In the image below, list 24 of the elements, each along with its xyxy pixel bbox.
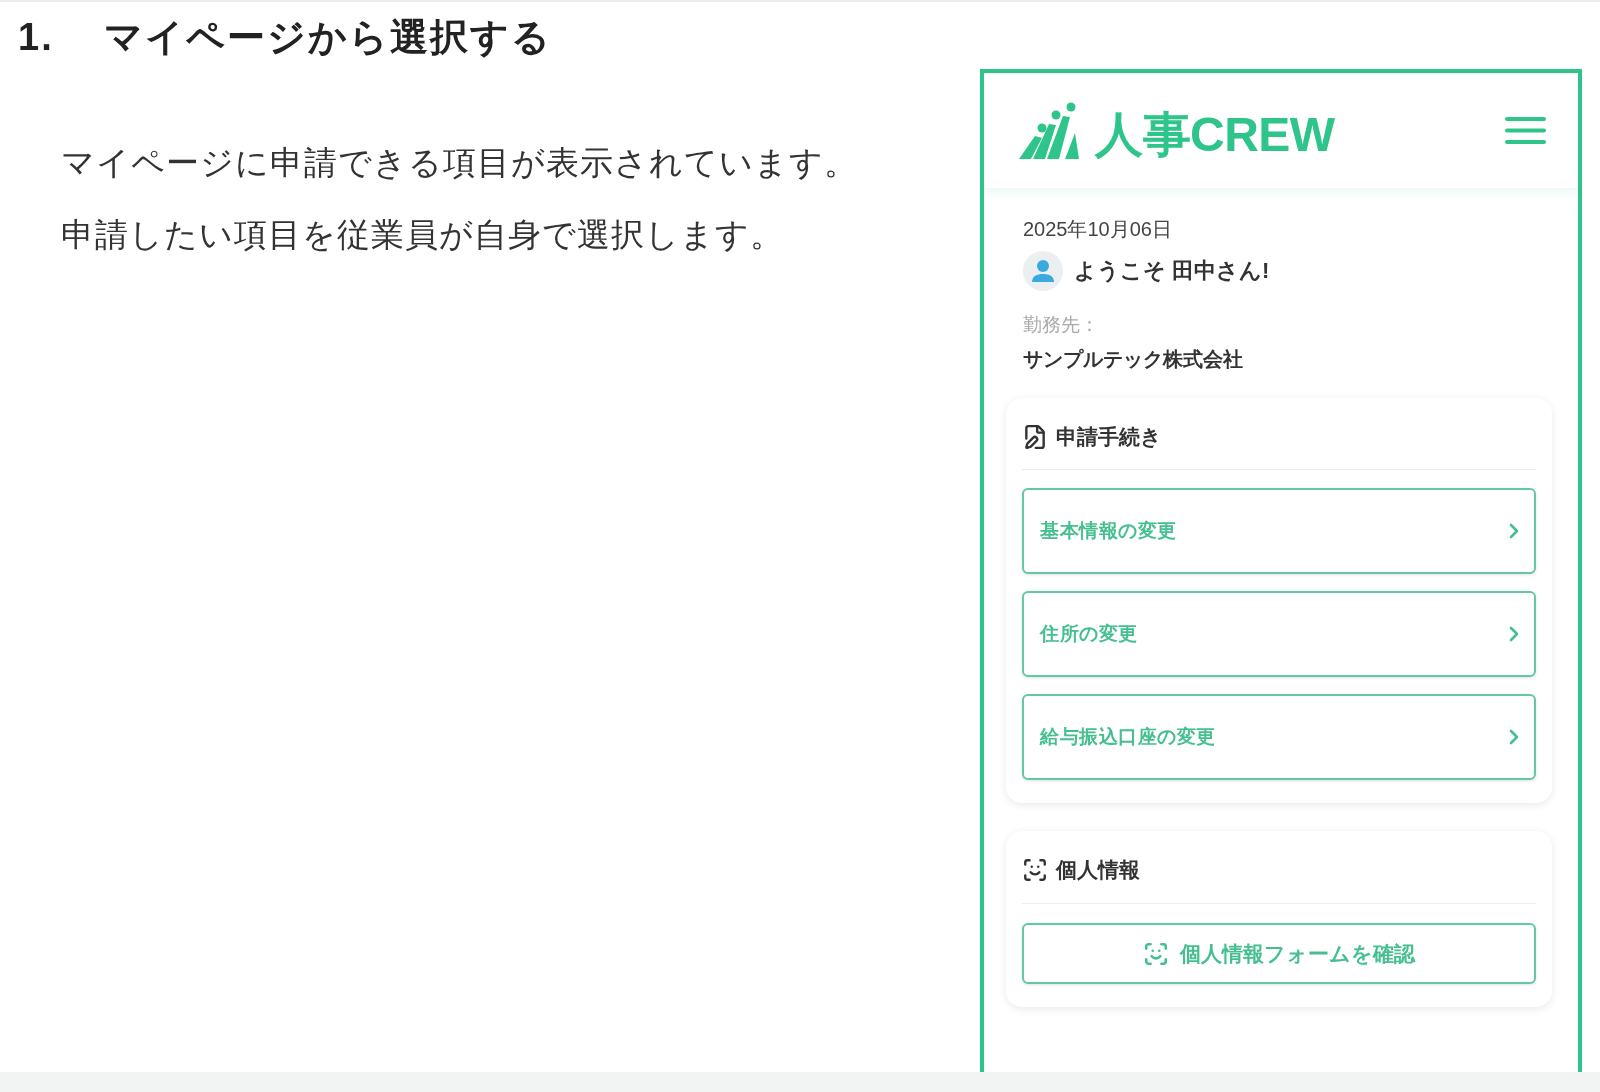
request-item[interactable]: 基本情報の変更	[1022, 488, 1536, 574]
section-title: 申請手続き	[1056, 424, 1162, 450]
heading-title: マイページから選択する	[103, 15, 552, 60]
workplace-name: サンプルテック株式会社	[1023, 347, 1243, 371]
paragraph-text: マイページに申請できる項目が表示されています。	[61, 143, 858, 183]
workplace-label: 勤務先：	[1023, 313, 1099, 337]
date-text: 2025年10月06日	[1023, 217, 1172, 241]
figures-logo-icon	[1019, 102, 1082, 159]
section-title: 個人情報	[1056, 857, 1140, 883]
logo-text: 人事CREW	[1095, 110, 1335, 159]
chevron-right-icon	[1509, 626, 1519, 642]
chevron-right-icon	[1509, 729, 1519, 745]
paragraph-text: 申請したい項目を従業員が自身で選択します。	[61, 215, 784, 255]
chevron-right-icon	[1509, 523, 1519, 539]
avatar-icon	[1023, 251, 1063, 291]
document-pencil-icon	[1022, 424, 1048, 450]
face-scan-icon	[1143, 940, 1169, 967]
face-scan-icon	[1022, 857, 1048, 883]
request-item[interactable]: 住所の変更	[1022, 591, 1536, 677]
request-item[interactable]: 給与振込口座の変更	[1022, 694, 1536, 780]
form-button[interactable]: 個人情報フォームを確認	[1022, 923, 1536, 984]
heading-number: 1.	[18, 15, 54, 60]
greeting-text: ようこそ 田中さん!	[1074, 257, 1270, 285]
menu-icon[interactable]	[1505, 117, 1546, 144]
